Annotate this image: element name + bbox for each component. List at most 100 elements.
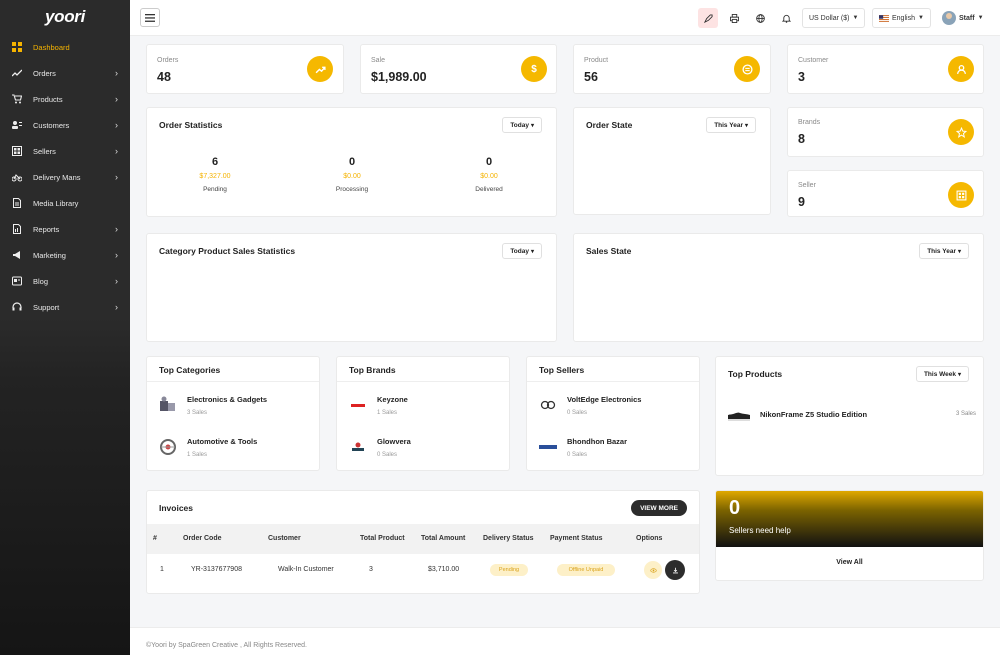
sidebar-item-media-library[interactable]: Media Library	[0, 190, 130, 216]
website-button[interactable]	[750, 8, 770, 28]
sidebar-item-blog[interactable]: Blog ›	[0, 268, 130, 294]
currency-label: US Dollar ($)	[809, 14, 850, 22]
top-products-filter[interactable]: This Week ▾	[915, 366, 969, 382]
filter-label: Today	[510, 247, 529, 255]
list-item[interactable]: Automotive & Tools 1 Sales	[157, 433, 257, 461]
bicycle-icon	[12, 172, 22, 182]
sidebar-item-customers[interactable]: Customers ›	[0, 112, 130, 138]
category-sales-card: Category Product Sales Statistics Today ▾	[146, 233, 557, 342]
user-icon	[948, 56, 974, 82]
sales-count: 1 Sales	[377, 409, 398, 416]
stat-label: Brands	[798, 119, 821, 126]
sidebar-nav: Dashboard Orders › Products › Customers …	[0, 34, 130, 320]
stat-value: 8	[798, 132, 805, 146]
row-index: 1	[160, 566, 164, 573]
sidebar-item-dashboard[interactable]: Dashboard	[0, 34, 130, 60]
sales-count: 0 Sales	[567, 451, 588, 458]
currency-select[interactable]: US Dollar ($) ▼	[802, 8, 866, 28]
column-header: Options	[636, 535, 663, 542]
brand-logo[interactable]: yoori	[0, 0, 130, 34]
sidebar-item-label: Media Library	[33, 198, 79, 208]
column-header: Total Amount	[421, 535, 466, 542]
sidebar-item-marketing[interactable]: Marketing ›	[0, 242, 130, 268]
order-status-label: Pending	[203, 186, 227, 193]
table-row[interactable]: 1 YR-3137677908 Walk-In Customer 3 $3,71…	[147, 554, 699, 584]
category-name: Automotive & Tools	[187, 436, 258, 446]
stat-card-sale: Sale $1,989.00 $	[360, 44, 557, 94]
customer-name: Walk-In Customer	[278, 566, 334, 573]
card-title: Order State	[586, 120, 633, 130]
us-flag-icon	[879, 14, 889, 22]
column-header: Customer	[268, 535, 301, 542]
sidebar-item-support[interactable]: Support ›	[0, 294, 130, 320]
view-all-link[interactable]: View All	[716, 559, 983, 566]
sales-state-card: Sales State This Year ▾	[573, 233, 984, 342]
rocket-icon	[703, 13, 713, 23]
order-count: 6	[211, 156, 219, 168]
printer-icon	[729, 13, 739, 23]
notifications-button[interactable]	[776, 8, 796, 28]
caret-down-icon: ▾	[957, 248, 961, 255]
stat-value: 9	[798, 195, 805, 209]
trend-up-icon	[307, 56, 333, 82]
sidebar-item-label: Dashboard	[33, 42, 70, 52]
order-statistics-filter[interactable]: Today ▾	[502, 117, 542, 133]
stat-card-product: Product 56	[573, 44, 771, 94]
print-button[interactable]	[724, 8, 744, 28]
box-icon	[734, 56, 760, 82]
order-amount: $0.00	[480, 173, 498, 180]
copyright-text: ©Yoori by SpaGreen Creative , All Rights…	[146, 642, 307, 649]
order-amount: $7,327.00	[199, 173, 231, 180]
filter-label: This Year	[927, 247, 956, 255]
user-menu[interactable]: Staff ▼	[936, 8, 990, 28]
sidebar-item-orders[interactable]: Orders ›	[0, 60, 130, 86]
report-icon	[12, 224, 22, 234]
order-code[interactable]: YR-3137677908	[191, 566, 242, 573]
sellers-help-banner: 0 Sellers need help	[716, 491, 983, 547]
view-more-button[interactable]: VIEW MORE	[631, 500, 687, 516]
list-item[interactable]: Glowvera 0 Sales	[347, 433, 411, 461]
headset-icon	[12, 302, 22, 312]
language-select[interactable]: English ▼	[872, 8, 931, 28]
order-state-card: Order State This Year ▾	[573, 107, 771, 215]
footer: ©Yoori by SpaGreen Creative , All Rights…	[130, 627, 1000, 655]
sidebar-item-sellers[interactable]: Sellers ›	[0, 138, 130, 164]
sidebar-item-delivery-mans[interactable]: Delivery Mans ›	[0, 164, 130, 190]
menu-toggle-button[interactable]	[140, 8, 160, 27]
list-item[interactable]: Bhondhon Bazar 0 Sales	[537, 433, 627, 461]
sales-state-filter[interactable]: This Year ▾	[919, 243, 969, 259]
list-item[interactable]: VoltEdge Electronics 0 Sales	[537, 391, 641, 419]
customers-icon	[12, 120, 22, 130]
stat-label: Sale	[371, 57, 386, 64]
caret-down-icon: ▼	[917, 15, 924, 21]
stat-column-delivered: 0 $0.00 Delivered	[449, 156, 529, 193]
card-title: Top Categories	[159, 365, 221, 375]
order-status-label: Delivered	[475, 186, 503, 193]
sidebar-item-reports[interactable]: Reports ›	[0, 216, 130, 242]
list-item[interactable]: Keyzone 1 Sales	[347, 391, 408, 419]
list-item[interactable]: Electronics & Gadgets 3 Sales	[157, 391, 267, 419]
card-title: Sales State	[586, 246, 632, 256]
sidebar-item-label: Orders	[33, 68, 56, 78]
stat-value: 3	[798, 70, 805, 84]
sidebar-item-label: Products	[33, 94, 63, 104]
download-invoice-button[interactable]	[665, 560, 685, 580]
sales-count: 1 Sales	[187, 451, 208, 458]
card-title: Top Sellers	[539, 365, 585, 375]
order-state-filter[interactable]: This Year ▾	[706, 117, 756, 133]
blog-icon	[12, 276, 22, 286]
category-sales-filter[interactable]: Today ▾	[502, 243, 542, 259]
seller-logo-image	[537, 436, 559, 458]
stat-label: Customer	[798, 57, 829, 64]
announcement-button[interactable]	[698, 8, 718, 28]
chevron-right-icon: ›	[115, 120, 118, 130]
language-label: English	[892, 14, 915, 22]
sellers-help-card: 0 Sellers need help View All	[715, 490, 984, 581]
view-invoice-button[interactable]	[644, 561, 662, 579]
chevron-right-icon: ›	[115, 302, 118, 312]
sidebar-item-products[interactable]: Products ›	[0, 86, 130, 112]
chevron-right-icon: ›	[115, 172, 118, 182]
sales-count: 3 Sales	[955, 411, 976, 417]
stat-card-customer: Customer 3	[787, 44, 984, 94]
list-item[interactable]: NikonFrame Z5 Studio Edition 3 Sales	[726, 400, 976, 428]
